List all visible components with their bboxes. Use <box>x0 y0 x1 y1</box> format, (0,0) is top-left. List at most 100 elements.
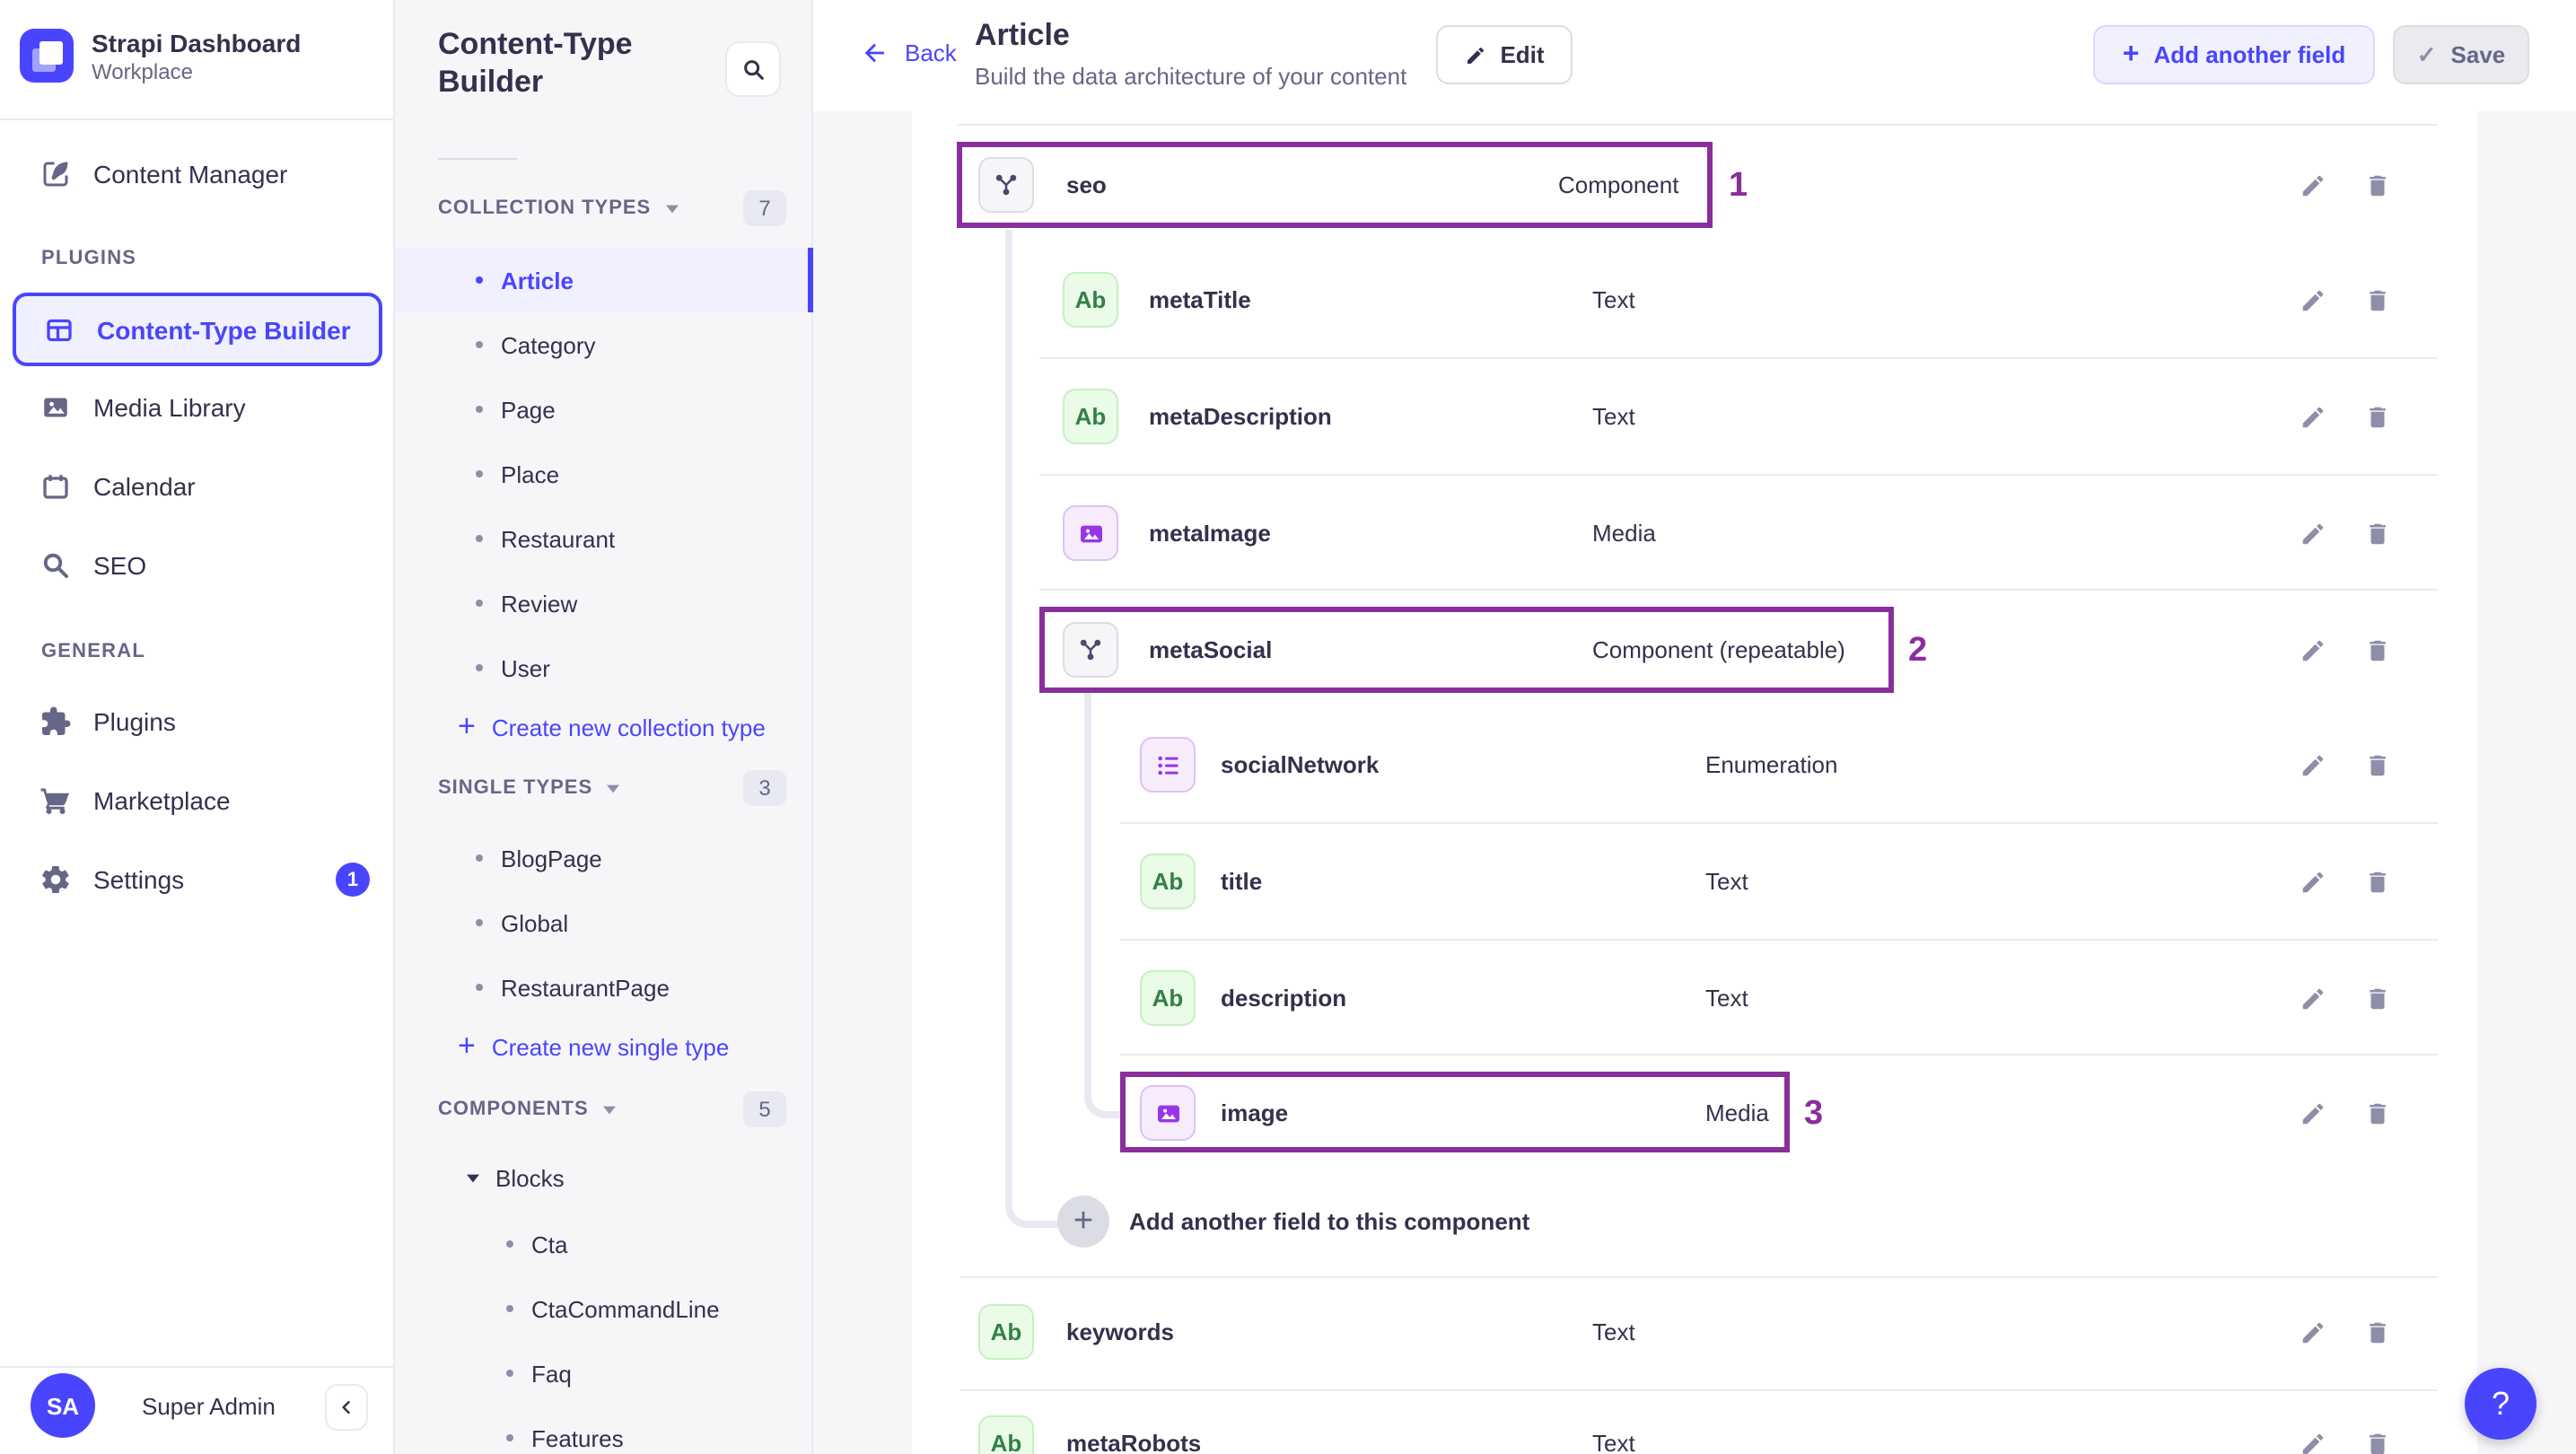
sidebar-group-blocks[interactable]: Blocks <box>465 1145 565 1210</box>
delete-field-button[interactable] <box>2359 863 2395 899</box>
bullet-icon <box>476 341 483 348</box>
field-row-metaimage: metaImage Media <box>912 476 2477 591</box>
edit-field-button[interactable] <box>2294 167 2330 203</box>
bullet-icon <box>476 276 483 284</box>
delete-field-button[interactable] <box>2359 980 2395 1016</box>
single-type-label: RestaurantPage <box>501 974 670 1001</box>
delete-field-button[interactable] <box>2359 282 2395 318</box>
sidebar-item-label: Plugins <box>93 707 176 736</box>
field-row-title: Ab title Text <box>912 824 2477 939</box>
single-types-header[interactable]: SINGLE TYPES 3 <box>438 770 786 806</box>
sidebar-item-page[interactable]: Page <box>395 377 813 442</box>
content-type-builder-icon <box>43 313 75 346</box>
arrow-left-icon <box>860 38 890 68</box>
delete-field-button[interactable] <box>2359 515 2395 551</box>
field-type: Media <box>1705 1099 1769 1126</box>
brand[interactable]: Strapi Dashboard Workplace <box>20 29 301 86</box>
sidebar-item-article[interactable]: Article <box>395 248 813 312</box>
media-field-icon <box>1140 1085 1196 1141</box>
save-button[interactable]: ✓ Save <box>2393 25 2529 84</box>
sidebar-item-place[interactable]: Place <box>395 442 813 506</box>
edit-field-button[interactable] <box>2294 1425 2330 1454</box>
sidebar-item-settings[interactable]: Settings 1 <box>13 844 382 915</box>
text-field-icon: Ab <box>1063 389 1118 444</box>
field-name: keywords <box>1066 1318 1174 1345</box>
sidebar-item-restaurantpage[interactable]: RestaurantPage <box>395 955 813 1020</box>
help-button[interactable]: ? <box>2465 1368 2537 1440</box>
page-subtitle: Build the data architecture of your cont… <box>975 63 1407 90</box>
bullet-icon <box>476 984 483 991</box>
component-label: CtaCommandLine <box>531 1295 720 1322</box>
sidebar-item-media-library[interactable]: Media Library <box>13 372 382 443</box>
collapse-sidebar-button[interactable] <box>325 1384 368 1431</box>
create-collection-type-label: Create new collection type <box>491 714 766 740</box>
edit-field-button[interactable] <box>2294 399 2330 434</box>
gear-icon <box>39 863 72 896</box>
field-type: Text <box>1592 403 1635 430</box>
delete-field-button[interactable] <box>2359 1314 2395 1350</box>
field-type: Text <box>1592 1430 1635 1454</box>
components-header[interactable]: COMPONENTS 5 <box>438 1091 786 1127</box>
sidebar-item-seo[interactable]: SEO <box>13 530 382 601</box>
edit-field-button[interactable] <box>2294 863 2330 899</box>
plus-circle-icon: + <box>1057 1196 1109 1248</box>
edit-field-button[interactable] <box>2294 632 2330 668</box>
field-type: Media <box>1592 520 1656 547</box>
collection-type-label: Article <box>501 267 574 293</box>
sidebar-item-faq[interactable]: Faq <box>395 1341 813 1406</box>
delete-field-button[interactable] <box>2359 747 2395 783</box>
sidebar-item-restaurant[interactable]: Restaurant <box>395 506 813 571</box>
delete-field-button[interactable] <box>2359 1425 2395 1454</box>
chevron-down-icon <box>465 1171 481 1184</box>
field-row-metadescription: Ab metaDescription Text <box>912 359 2477 474</box>
search-button[interactable] <box>725 41 781 97</box>
collection-type-label: User <box>501 654 550 681</box>
delete-field-button[interactable] <box>2359 1095 2395 1131</box>
edit-field-button[interactable] <box>2294 980 2330 1016</box>
create-single-type-link[interactable]: + Create new single type <box>458 1018 729 1075</box>
bullet-icon <box>476 535 483 542</box>
back-button[interactable]: Back <box>860 38 957 68</box>
collection-types-header[interactable]: COLLECTION TYPES 7 <box>438 190 786 226</box>
field-name: socialNetwork <box>1221 751 1380 778</box>
plus-icon: + <box>458 1029 476 1063</box>
plus-icon: + <box>458 709 476 743</box>
edit-field-button[interactable] <box>2294 515 2330 551</box>
sidebar-item-calendar[interactable]: Calendar <box>13 451 382 522</box>
sidebar-item-category[interactable]: Category <box>395 312 813 377</box>
create-single-type-label: Create new single type <box>491 1033 730 1060</box>
single-types-label: SINGLE TYPES <box>438 777 593 799</box>
back-label: Back <box>905 39 957 66</box>
edit-field-button[interactable] <box>2294 1095 2330 1131</box>
delete-field-button[interactable] <box>2359 167 2395 203</box>
search-icon <box>39 549 72 582</box>
add-field-to-component-button[interactable]: + Add another field to this component <box>1057 1196 1529 1248</box>
sidebar-item-global[interactable]: Global <box>395 890 813 955</box>
media-library-icon <box>39 391 72 424</box>
field-row-image: image Media <box>912 1055 2477 1170</box>
add-another-field-button[interactable]: + Add another field <box>2093 25 2375 84</box>
edit-field-button[interactable] <box>2294 282 2330 318</box>
field-row-metatitle: Ab metaTitle Text <box>912 242 2477 357</box>
sidebar-item-plugins[interactable]: Plugins <box>13 686 382 758</box>
edit-field-button[interactable] <box>2294 747 2330 783</box>
create-collection-type-link[interactable]: + Create new collection type <box>458 698 766 756</box>
sidebar-item-review[interactable]: Review <box>395 571 813 635</box>
avatar[interactable]: SA <box>31 1373 95 1438</box>
sidebar-item-ctacommandline[interactable]: CtaCommandLine <box>395 1276 813 1341</box>
sidebar-item-user[interactable]: User <box>395 635 813 700</box>
delete-field-button[interactable] <box>2359 399 2395 434</box>
field-row-socialnetwork: socialNetwork Enumeration <box>912 707 2477 822</box>
collection-types-count: 7 <box>743 190 786 226</box>
edit-button[interactable]: Edit <box>1436 25 1573 84</box>
sidebar-item-features[interactable]: Features <box>395 1406 813 1454</box>
edit-field-button[interactable] <box>2294 1314 2330 1350</box>
delete-field-button[interactable] <box>2359 632 2395 668</box>
bullet-icon <box>476 919 483 926</box>
sidebar-item-content-type-builder[interactable]: Content-Type Builder <box>13 293 382 366</box>
sidebar-item-cta[interactable]: Cta <box>395 1212 813 1276</box>
sidebar-item-marketplace[interactable]: Marketplace <box>13 765 382 836</box>
sidebar-item-content-manager[interactable]: Content Manager <box>13 138 382 210</box>
field-row-metarobots: Ab metaRobots Text <box>912 1386 2477 1454</box>
sidebar-item-blogpage[interactable]: BlogPage <box>395 826 813 890</box>
